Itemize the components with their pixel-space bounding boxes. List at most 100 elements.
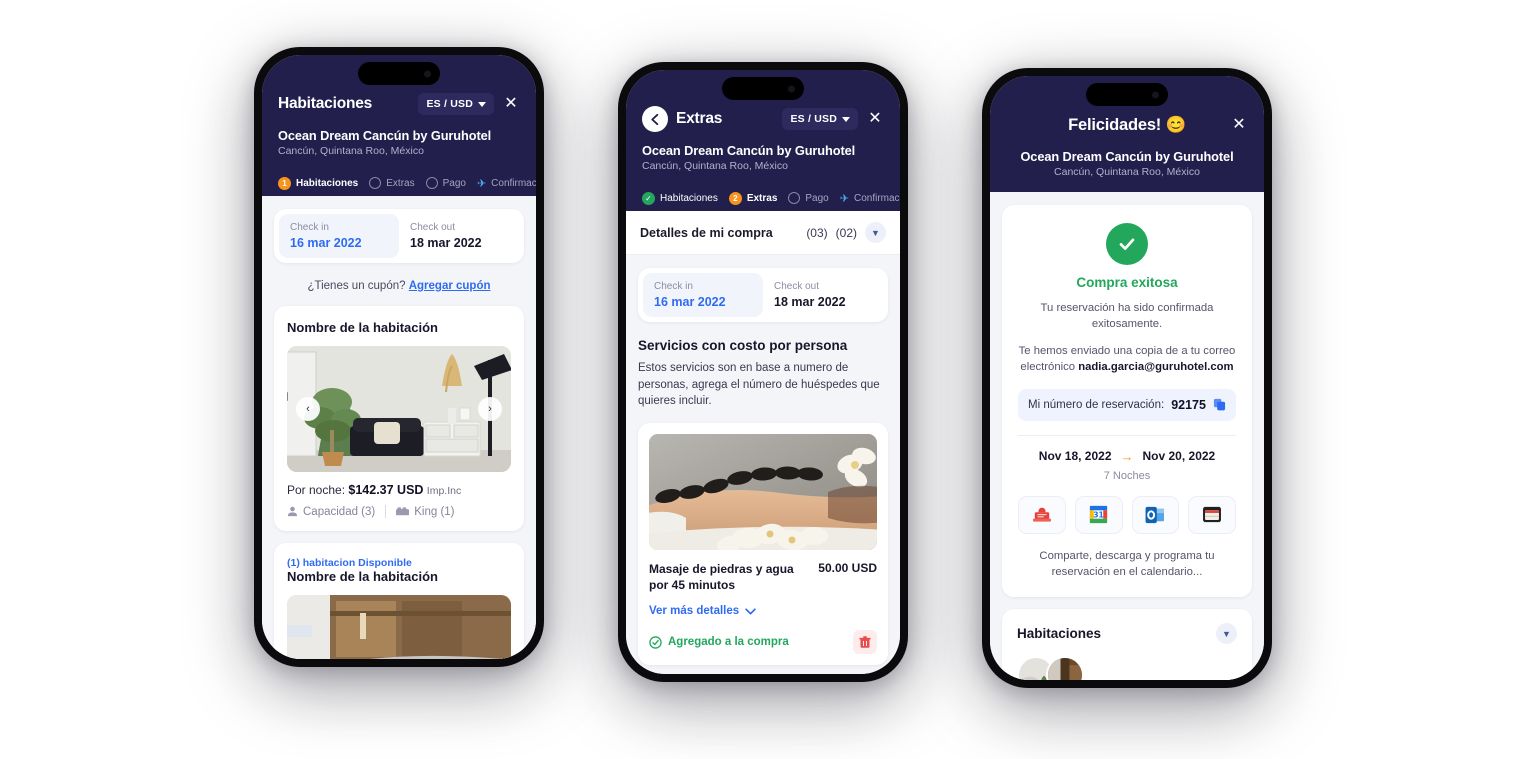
page-title: Habitaciones (278, 95, 373, 112)
add-to-outlook-button[interactable] (1131, 495, 1180, 534)
check-out-field[interactable]: Check out 18 mar 2022 (763, 273, 883, 317)
phone3-header-top: Felicidades! 😊 ✕ (1006, 110, 1248, 140)
see-more-details-link[interactable]: Ver más detalles (649, 605, 877, 617)
bed-item: King (1) (396, 506, 455, 518)
phone1-step-nav: 1 Habitaciones Extras Pago ✈ Confirmació… (273, 170, 536, 202)
check-circle-icon (649, 636, 662, 649)
close-icon[interactable]: ✕ (866, 111, 884, 127)
language-currency-selector[interactable]: ES / USD (782, 108, 858, 130)
copy-button[interactable] (1213, 398, 1226, 411)
check-in-field[interactable]: Check in 16 mar 2022 (279, 214, 399, 258)
step-pago[interactable]: Pago (425, 170, 466, 196)
check-out-label: Check out (774, 281, 820, 292)
step-confirmacion[interactable]: ✈ Confirmación (477, 170, 536, 196)
photo-prev-button[interactable]: ‹ (296, 397, 320, 421)
room-thumbnails (1017, 656, 1237, 680)
hotel-name: Ocean Dream Cancún by Guruhotel (278, 128, 492, 143)
circle-icon (788, 192, 801, 204)
coupon-row: ¿Tienes un cupón? Agregar cupón (274, 280, 524, 292)
step-label: Extras (386, 177, 415, 189)
capacity-label: Capacidad (3) (303, 505, 376, 518)
close-icon[interactable]: ✕ (1230, 117, 1248, 133)
google-calendar-icon: 31 (1089, 505, 1108, 524)
screenshot-stage: Habitaciones ES / USD ✕ Ocean Dream Canc… (0, 0, 1536, 759)
reservation-number-pill: Mi número de reservación: 92175 (1018, 388, 1236, 421)
trash-icon (859, 636, 871, 648)
reservation-label: Mi número de reservación: (1028, 398, 1165, 411)
purchase-count-b: (02) (835, 225, 857, 240)
step-habitaciones[interactable]: ✓ Habitaciones (642, 185, 718, 211)
reservation-number: 92175 (1171, 397, 1206, 412)
room-title: Nombre de la habitación (287, 320, 438, 335)
hot-stone-massage-image (649, 434, 877, 551)
success-check-icon (1106, 223, 1148, 265)
person-icon (287, 506, 298, 517)
room-meta-row: Capacidad (3) King (1) (287, 505, 511, 518)
date-selector[interactable]: Check in 16 mar 2022 Check out 18 mar 20… (638, 268, 888, 322)
divider (385, 505, 387, 518)
room-photo-image (287, 595, 511, 659)
check-out-value: 18 mar 2022 (774, 295, 846, 309)
hotel-location: Cancún, Quintana Roo, México (278, 145, 424, 157)
dynamic-island-notch (358, 62, 440, 85)
stay-date-to: Nov 20, 2022 (1142, 449, 1216, 463)
room-photo[interactable]: ‹ › (287, 346, 511, 472)
svg-text:31: 31 (1093, 511, 1104, 520)
service-photo (649, 434, 877, 551)
dynamic-island-notch (722, 77, 804, 100)
phone-mockup-rooms: Habitaciones ES / USD ✕ Ocean Dream Canc… (254, 47, 544, 667)
back-button[interactable] (642, 106, 668, 132)
add-to-calendar-button[interactable] (1188, 495, 1236, 534)
chevron-down-icon (745, 608, 756, 615)
outlook-icon (1145, 506, 1165, 523)
step-extras[interactable]: 2 Extras (724, 185, 781, 217)
stay-dates-row: Nov 18, 2022 → Nov 20, 2022 (1018, 449, 1236, 464)
close-icon[interactable]: ✕ (502, 96, 520, 112)
phone2-header-top: Extras ES / USD ✕ (642, 104, 884, 134)
check-out-value: 18 mar 2022 (410, 236, 482, 250)
page-title: Felicidades! 😊 (1068, 115, 1186, 134)
arrow-right-icon: → (1120, 448, 1134, 464)
language-currency-label: ES / USD (426, 98, 473, 110)
user-email: nadia.garcia@guruhotel.com (1078, 361, 1234, 374)
check-circle-icon: ✓ (642, 191, 655, 205)
date-selector[interactable]: Check in 16 mar 2022 Check out 18 mar 20… (274, 209, 524, 263)
price-value: $142.37 USD (348, 483, 424, 497)
stay-date-from: Nov 18, 2022 (1038, 449, 1112, 463)
phone2-screen: Extras ES / USD ✕ Ocean Dream Cancún by … (626, 70, 900, 674)
download-pdf-button[interactable] (1018, 495, 1066, 534)
phone1-screen: Habitaciones ES / USD ✕ Ocean Dream Canc… (262, 55, 536, 659)
language-currency-label: ES / USD (790, 113, 837, 125)
check-in-value: 16 mar 2022 (654, 295, 726, 309)
purchase-details-bar[interactable]: Detalles de mi compra (03) (02) ▼ (626, 211, 900, 255)
step-label: Habitaciones (660, 192, 718, 204)
check-in-field[interactable]: Check in 16 mar 2022 (643, 273, 763, 317)
share-note: Comparte, descarga y programa tu reserva… (1039, 549, 1215, 578)
hotel-name: Ocean Dream Cancún by Guruhotel (642, 143, 856, 158)
chevron-down-icon[interactable]: ▼ (1216, 623, 1237, 645)
chevron-down-icon (842, 116, 850, 122)
check-icon (1119, 238, 1135, 250)
step-pago[interactable]: Pago (788, 185, 829, 211)
add-to-google-calendar-button[interactable]: 31 (1074, 495, 1123, 534)
purchase-details-title: Detalles de mi compra (640, 225, 773, 240)
delete-service-button[interactable] (853, 630, 877, 655)
step-extras[interactable]: Extras (369, 170, 415, 196)
confirmation-message: Tu reservación ha sido confirmada exitos… (1040, 302, 1214, 331)
room-thumbnail[interactable] (1046, 656, 1084, 680)
room-photo[interactable] (287, 595, 511, 659)
check-out-field[interactable]: Check out 18 mar 2022 (399, 214, 519, 258)
step-confirmacion[interactable]: ✈ Confirmación (840, 185, 900, 211)
added-status: Agregado a la compra (649, 636, 853, 649)
add-coupon-link[interactable]: Agregar cupón (409, 280, 491, 292)
step-habitaciones[interactable]: 1 Habitaciones (273, 170, 363, 202)
language-currency-selector[interactable]: ES / USD (418, 93, 494, 115)
phone-mockup-extras: Extras ES / USD ✕ Ocean Dream Cancún by … (618, 62, 908, 682)
chevron-down-icon[interactable]: ▼ (865, 222, 886, 243)
photo-next-button[interactable]: › (478, 397, 502, 421)
divider (1018, 434, 1236, 436)
section-description: Estos servicios son en base a numero de … (638, 362, 880, 408)
step-number-badge: 2 (728, 191, 742, 205)
service-name: Masaje de piedras y agua por 45 minutos (649, 562, 794, 593)
rooms-accordion[interactable]: Habitaciones ▼ (1002, 609, 1252, 680)
